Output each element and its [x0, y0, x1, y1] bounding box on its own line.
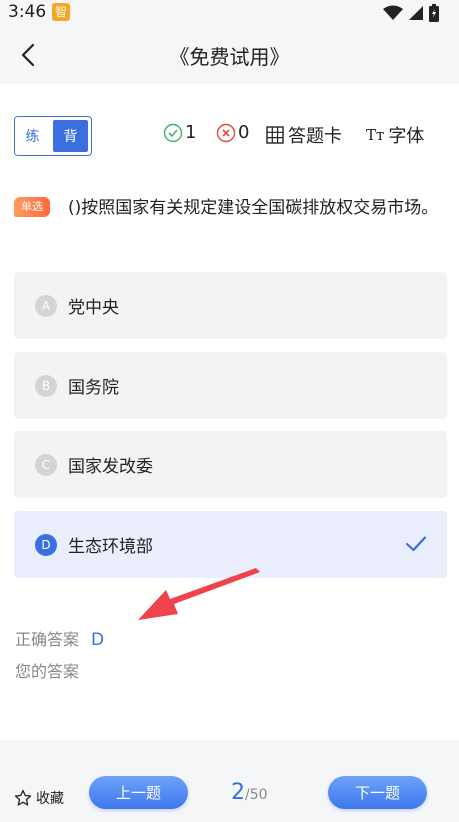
- answer-card-label: 答题卡: [288, 126, 342, 147]
- page-total: /50: [245, 787, 268, 803]
- mode-toggle: 练 背: [14, 116, 92, 156]
- battery-icon: [429, 4, 439, 22]
- wrong-count: 0: [216, 122, 249, 143]
- bottom-bar: 收藏 上一题 2/50 下一题: [0, 740, 459, 822]
- question-type-badge: 单选: [14, 197, 50, 217]
- app-notification-icon: 智: [52, 3, 70, 21]
- page-indicator: 2/50: [231, 780, 268, 805]
- mode-practice-button[interactable]: 练: [15, 117, 50, 155]
- status-time: 3:46: [8, 2, 47, 22]
- check-circle-icon: [163, 123, 183, 142]
- answer-card-button[interactable]: 答题卡: [266, 122, 342, 148]
- option-text: 国家发改委: [68, 457, 153, 477]
- wifi-icon: [383, 5, 403, 20]
- annotation-arrow-icon: [138, 568, 260, 620]
- nav-bar: 《免费试用》: [0, 26, 459, 84]
- your-answer-row: 您的答案: [15, 658, 79, 682]
- option-a[interactable]: A 党中央: [14, 272, 447, 339]
- status-icons: [383, 4, 439, 22]
- option-text: 党中央: [68, 298, 119, 318]
- correct-answer-value: D: [91, 630, 105, 650]
- option-letter: B: [35, 374, 57, 397]
- correct-answer-row: 正确答案 D: [15, 626, 104, 650]
- star-icon: [14, 789, 32, 806]
- favorite-label: 收藏: [36, 791, 64, 807]
- question-text-block: 单选 ()按照国家有关规定建设全国碳排放权交易市场。: [14, 192, 445, 224]
- your-answer-label: 您的答案: [15, 662, 80, 681]
- correct-count-value: 1: [185, 122, 197, 143]
- checkmark-icon: [405, 536, 427, 552]
- prev-question-button[interactable]: 上一题: [89, 776, 188, 809]
- correct-count: 1: [163, 122, 196, 143]
- option-c[interactable]: C 国家发改委: [14, 431, 447, 498]
- wrong-count-value: 0: [238, 122, 250, 143]
- question-toolbar: 练 背 1 0 答题卡 Tт 字体: [0, 112, 459, 160]
- question-text: ()按照国家有关规定建设全国碳排放权交易市场。: [68, 198, 439, 218]
- font-size-button[interactable]: Tт 字体: [366, 122, 424, 148]
- grid-icon: [266, 126, 284, 144]
- option-text: 国务院: [68, 378, 119, 398]
- option-b[interactable]: B 国务院: [14, 352, 447, 419]
- page-current: 2: [231, 780, 245, 805]
- favorite-button[interactable]: 收藏: [14, 788, 64, 808]
- option-letter: C: [35, 453, 57, 476]
- font-size-label: 字体: [388, 126, 425, 147]
- next-question-button[interactable]: 下一题: [328, 776, 427, 809]
- option-letter: D: [35, 533, 57, 556]
- option-text: 生态环境部: [68, 537, 153, 557]
- option-letter: A: [35, 294, 57, 317]
- mode-recite-button[interactable]: 背: [53, 120, 88, 152]
- signal-icon: [409, 6, 423, 20]
- x-circle-icon: [216, 123, 236, 142]
- status-bar: 3:46 智: [0, 0, 459, 26]
- correct-answer-label: 正确答案: [15, 630, 80, 649]
- page-title: 《免费试用》: [169, 45, 290, 69]
- font-size-icon: Tт: [366, 126, 385, 144]
